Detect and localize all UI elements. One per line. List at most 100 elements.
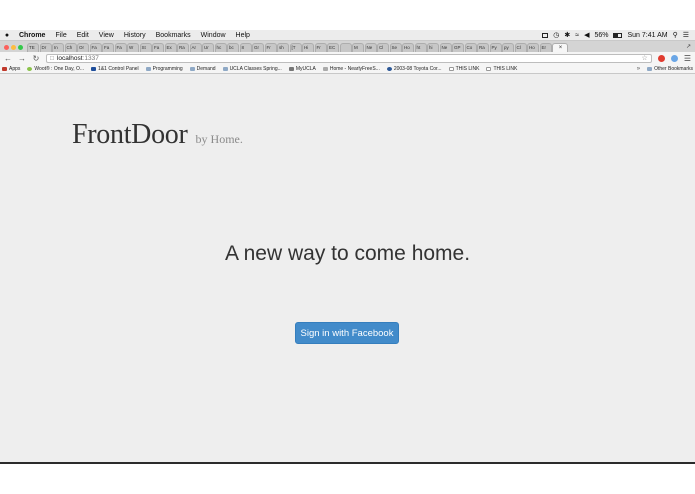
bookmark-item[interactable]: Woot® : One Day, O... <box>27 66 84 72</box>
window-controls <box>0 45 27 52</box>
site-icon <box>322 66 328 71</box>
chrome-menu-icon[interactable]: ☰ <box>684 54 691 63</box>
browser-tab[interactable]: Ho <box>527 43 539 52</box>
browser-tab[interactable]: Cl <box>514 43 527 52</box>
extension-icon[interactable] <box>670 54 678 62</box>
bookmark-item[interactable]: 2003-08 Toyota Cor... <box>386 66 442 72</box>
close-tab-icon[interactable]: × <box>559 45 563 51</box>
chevron-right-icon[interactable]: » <box>637 66 640 72</box>
brand-byline: by Home. <box>195 132 243 146</box>
browser-tab[interactable]: Gr <box>252 43 264 52</box>
menu-edit[interactable]: Edit <box>72 32 94 39</box>
browser-tab[interactable]: Ra <box>177 43 189 52</box>
browser-tab[interactable]: Fa <box>114 43 127 52</box>
browser-tab[interactable]: Co <box>464 43 477 52</box>
bookmark-folder[interactable]: Programming <box>145 65 183 72</box>
browser-tab[interactable]: Ra <box>477 43 489 52</box>
browser-tab[interactable]: Fr <box>264 43 277 52</box>
bookmark-item[interactable]: 1&1 Control Panel <box>91 66 139 72</box>
bookmark-item[interactable]: Home - NearlyFreeS... <box>322 66 380 72</box>
other-bookmarks[interactable]: » Other Bookmarks <box>633 66 693 72</box>
bookmark-folder[interactable]: UCLA Classes Spring... <box>222 65 282 72</box>
browser-tab[interactable] <box>339 43 352 52</box>
minimize-window-button[interactable] <box>11 45 16 50</box>
notification-center-icon[interactable]: ☰ <box>683 31 689 39</box>
bookmark-apps[interactable]: Apps <box>2 66 20 72</box>
browser-tab[interactable]: Fa <box>152 43 164 52</box>
bluetooth-icon[interactable]: ✱ <box>564 31 570 39</box>
menu-bookmarks[interactable]: Bookmarks <box>151 32 196 39</box>
browser-tab[interactable]: M <box>352 43 364 52</box>
tab-strip: TE Dr In Ch Or Fa Fa Fa W St Fa Ex Ra Ar Ur hc bc 8 Gr Fr sh… <box>0 41 695 52</box>
fullscreen-icon[interactable]: ↗ <box>684 43 695 52</box>
bookmark-star-icon[interactable]: ☆ <box>642 54 648 62</box>
browser-tab[interactable]: TE <box>27 43 39 52</box>
browser-tab[interactable]: Ar <box>189 43 202 52</box>
browser-tab[interactable]: Ch <box>64 43 77 52</box>
browser-tab[interactable]: Fr <box>314 43 327 52</box>
browser-tab[interactable]: GP <box>452 43 464 52</box>
browser-tab[interactable]: hc <box>214 43 227 52</box>
bookmark-item[interactable]: MyUCLA <box>288 66 316 72</box>
bookmark-item[interactable]: THIS LINK <box>448 66 479 72</box>
menu-history[interactable]: History <box>119 32 151 39</box>
reload-icon[interactable]: ↻ <box>32 54 40 63</box>
browser-tab[interactable]: bc <box>227 43 239 52</box>
display-icon[interactable] <box>542 32 549 38</box>
browser-tab[interactable]: 8 <box>239 43 252 52</box>
spotlight-icon[interactable]: ⚲ <box>673 31 678 39</box>
browser-tab[interactable]: ht <box>414 43 427 52</box>
apple-icon[interactable]: ● <box>0 32 14 39</box>
browser-tab[interactable]: Dr <box>39 43 52 52</box>
active-tab[interactable]: × <box>552 43 568 52</box>
wifi-icon[interactable]: ≈ <box>575 32 579 39</box>
volume-icon[interactable]: ◀ <box>584 31 589 39</box>
time-machine-icon[interactable]: ◷ <box>553 31 559 39</box>
browser-tab[interactable]: py <box>502 43 514 52</box>
adblock-icon[interactable] <box>657 54 665 62</box>
address-port: :1337 <box>82 54 99 62</box>
browser-tab[interactable]: St <box>139 43 152 52</box>
zoom-window-button[interactable] <box>18 45 23 50</box>
menu-help[interactable]: Help <box>231 32 255 39</box>
browser-tab[interactable]: Ne <box>364 43 377 52</box>
menu-view[interactable]: View <box>94 32 119 39</box>
browser-tab[interactable]: [T <box>289 43 302 52</box>
browser-tab[interactable]: W <box>127 43 139 52</box>
browser-tab[interactable]: Ho <box>402 43 414 52</box>
mac-menu-bar: ● Chrome File Edit View History Bookmark… <box>0 30 695 41</box>
close-window-button[interactable] <box>4 45 9 50</box>
browser-tab[interactable]: Fa <box>102 43 114 52</box>
browser-tab[interactable]: Fa <box>89 43 102 52</box>
back-icon[interactable]: ← <box>4 54 12 63</box>
battery-icon[interactable] <box>613 32 623 38</box>
menu-file[interactable]: File <box>50 32 71 39</box>
browser-tab[interactable]: sh <box>277 43 289 52</box>
browser-tab[interactable]: Cl <box>377 43 389 52</box>
browser-tab[interactable]: Or <box>77 43 89 52</box>
browser-tab[interactable]: hi <box>427 43 439 52</box>
browser-tab[interactable]: EC <box>327 43 339 52</box>
battery-percent: 56% <box>594 31 609 39</box>
menu-window[interactable]: Window <box>196 32 231 39</box>
bookmark-item[interactable]: THIS LINK <box>486 66 517 72</box>
browser-tab[interactable]: Ex <box>164 43 177 52</box>
browser-tab[interactable]: In <box>52 43 64 52</box>
forward-icon[interactable]: → <box>18 54 26 63</box>
browser-window: ● Chrome File Edit View History Bookmark… <box>0 30 695 464</box>
browser-tab[interactable]: Ur <box>202 43 214 52</box>
browser-tab[interactable]: Se <box>389 43 402 52</box>
bookmark-label: Programming <box>152 65 183 72</box>
folder-icon <box>145 66 151 71</box>
bookmark-label: THIS LINK <box>493 65 518 72</box>
bookmark-folder[interactable]: Demand <box>189 66 216 72</box>
menu-app[interactable]: Chrome <box>14 32 50 39</box>
clock[interactable]: Sun 7:41 AM <box>627 32 667 39</box>
address-bar[interactable]: □ localhost:1337 ☆ <box>46 53 652 63</box>
browser-tab[interactable]: Er <box>539 43 552 52</box>
bookmark-label: UCLA Classes Spring... <box>229 65 282 72</box>
facebook-signin-button[interactable]: Sign in with Facebook <box>295 322 399 344</box>
browser-tab[interactable]: Hi <box>302 43 314 52</box>
browser-tab[interactable]: Ne <box>439 43 452 52</box>
browser-tab[interactable]: Py <box>489 43 502 52</box>
